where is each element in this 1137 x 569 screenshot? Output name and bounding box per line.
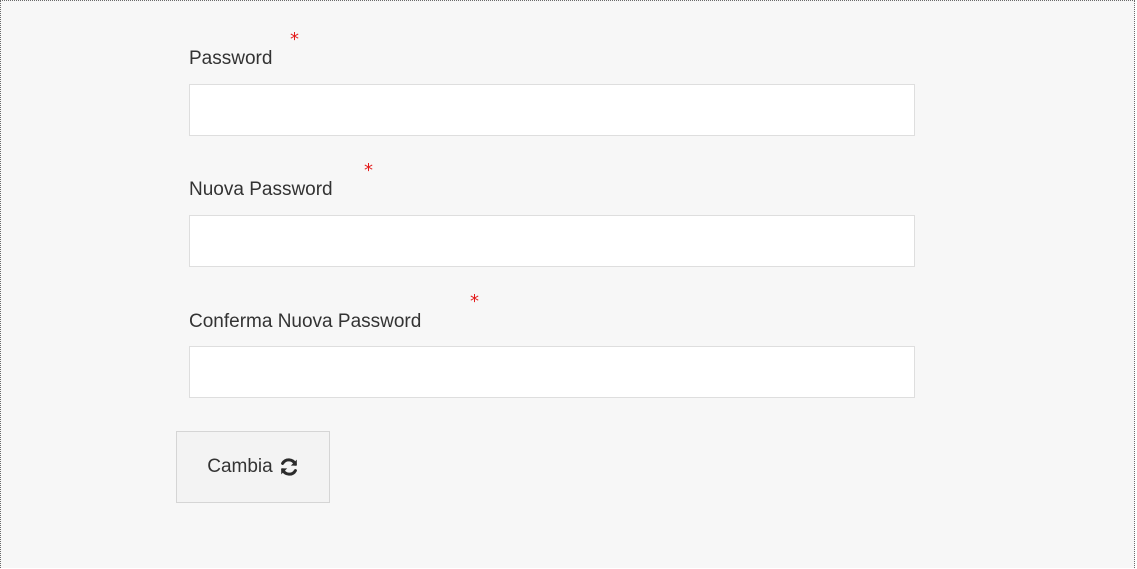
change-password-panel: Password * Nuova Password * Conferma Nuo…	[0, 0, 1135, 568]
new-password-label: Nuova Password	[189, 179, 333, 200]
confirm-new-password-input[interactable]	[189, 346, 915, 398]
change-button[interactable]: Cambia	[176, 431, 330, 503]
confirm-new-password-required-mark: *	[470, 291, 479, 312]
change-button-label: Cambia	[207, 456, 273, 477]
password-required-mark: *	[290, 29, 299, 50]
refresh-icon	[279, 457, 299, 477]
password-label: Password	[189, 48, 273, 69]
new-password-required-mark: *	[364, 160, 373, 181]
password-input[interactable]	[189, 84, 915, 136]
new-password-input[interactable]	[189, 215, 915, 267]
confirm-new-password-label: Conferma Nuova Password	[189, 311, 422, 332]
